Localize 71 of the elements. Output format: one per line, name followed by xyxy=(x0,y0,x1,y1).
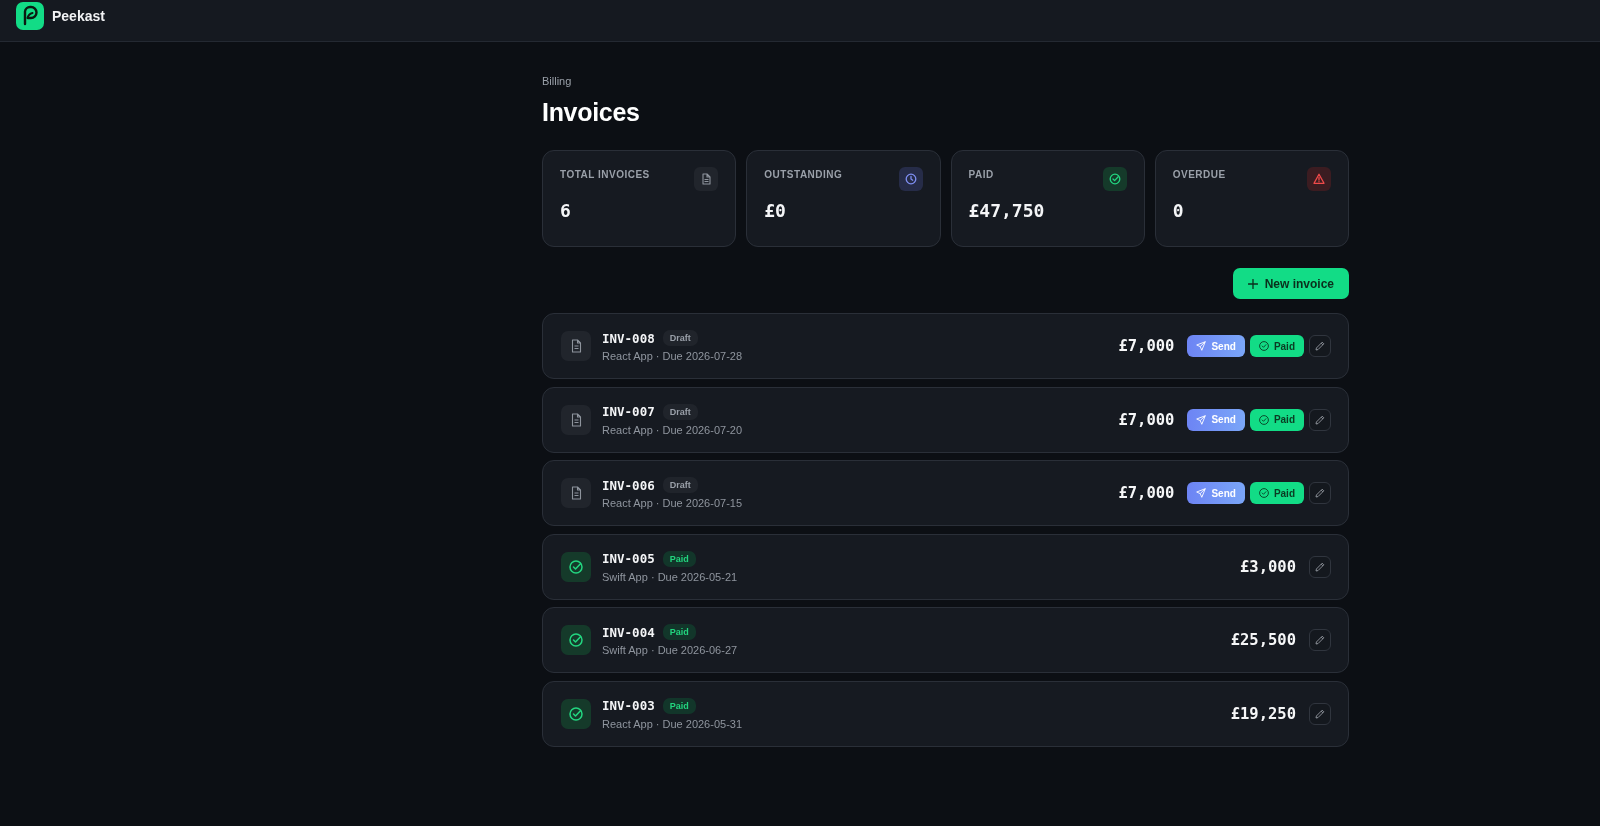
invoice-amount: £7,000 xyxy=(1118,410,1175,429)
invoice-amount: £7,000 xyxy=(1118,484,1175,502)
invoice-details: React App · Due 2026-07-28 xyxy=(602,350,744,362)
pencil-icon xyxy=(1315,341,1325,351)
invoice-number: INV-006 xyxy=(602,477,655,493)
stat-value: £0 xyxy=(764,200,787,221)
stat-value: £47,750 xyxy=(968,200,1046,221)
invoice-amount: £25,500 xyxy=(1230,631,1296,649)
invoice-number: INV-004 xyxy=(602,624,655,640)
invoice-details: Swift App · Due 2026-05-21 xyxy=(602,570,739,583)
invoice-details: React App · Due 2026-05-31 xyxy=(602,717,744,730)
edit-button[interactable] xyxy=(1309,555,1331,578)
mark-paid-button[interactable]: Paid xyxy=(1249,408,1304,431)
status-badge: Draft xyxy=(662,403,698,420)
paper-plane-icon xyxy=(1196,414,1207,425)
status-badge: Paid xyxy=(662,697,696,714)
document-icon xyxy=(694,167,719,191)
stat-label: OUTSTANDING xyxy=(764,169,843,180)
logo-icon xyxy=(16,1,44,30)
check-circle-icon xyxy=(1258,414,1269,425)
check-circle-icon xyxy=(1258,488,1269,498)
stat-label: OVERDUE xyxy=(1172,169,1226,180)
invoice-row[interactable]: INV-004 Paid Swift App · Due 2026-06-27 £25,500 xyxy=(542,607,1349,673)
invoice-amount: £3,000 xyxy=(1240,557,1296,576)
stat-label: PAID xyxy=(968,169,994,180)
invoice-number: INV-007 xyxy=(602,404,655,419)
app-name: Peekast xyxy=(52,7,105,24)
edit-button[interactable] xyxy=(1309,629,1331,651)
mark-paid-button[interactable]: Paid xyxy=(1249,482,1304,504)
invoice-row[interactable]: INV-008 Draft React App · Due 2026-07-28 £7,000 Send Paid xyxy=(542,313,1349,379)
warning-icon xyxy=(1307,167,1331,191)
invoice-amount: £7,000 xyxy=(1118,337,1175,355)
status-badge: Draft xyxy=(662,330,698,346)
stat-value: 6 xyxy=(560,200,572,221)
invoice-row[interactable]: INV-006 Draft React App · Due 2026-07-15 £7,000 Send Paid xyxy=(542,460,1349,526)
pencil-icon xyxy=(1315,635,1325,645)
pencil-icon xyxy=(1315,561,1325,572)
document-icon xyxy=(561,331,591,361)
check-circle-icon xyxy=(1258,341,1269,351)
edit-button[interactable] xyxy=(1309,482,1331,504)
paper-plane-icon xyxy=(1196,488,1207,498)
invoice-details: React App · Due 2026-07-20 xyxy=(602,423,744,436)
new-invoice-button[interactable]: New invoice xyxy=(1232,268,1349,299)
invoice-number: INV-008 xyxy=(602,330,655,346)
invoice-details: React App · Due 2026-07-15 xyxy=(602,497,744,509)
document-icon xyxy=(561,478,591,508)
clock-icon xyxy=(898,167,923,191)
breadcrumb: Billing xyxy=(542,74,573,88)
invoice-amount: £19,250 xyxy=(1230,704,1296,723)
document-icon xyxy=(561,404,591,435)
edit-button[interactable] xyxy=(1309,335,1331,357)
status-badge: Paid xyxy=(662,550,696,567)
pencil-icon xyxy=(1315,708,1325,719)
status-badge: Paid xyxy=(662,624,696,640)
pencil-icon xyxy=(1315,488,1325,498)
edit-button[interactable] xyxy=(1309,408,1331,431)
invoice-number: INV-005 xyxy=(602,551,655,566)
invoice-row[interactable]: INV-003 Paid React App · Due 2026-05-31 £19,250 xyxy=(542,680,1349,747)
page-title: Invoices xyxy=(542,97,641,127)
paper-plane-icon xyxy=(1196,341,1207,351)
pencil-icon xyxy=(1315,414,1325,425)
invoice-row[interactable]: INV-005 Paid Swift App · Due 2026-05-21 £3,000 xyxy=(542,533,1349,600)
invoice-number: INV-003 xyxy=(602,698,655,713)
stat-label: TOTAL INVOICES xyxy=(560,169,650,180)
plus-icon xyxy=(1247,278,1258,289)
mark-paid-button[interactable]: Paid xyxy=(1249,335,1304,357)
status-badge: Draft xyxy=(662,477,698,493)
stat-value: 0 xyxy=(1172,200,1185,221)
invoice-details: Swift App · Due 2026-06-27 xyxy=(602,644,739,656)
invoice-row[interactable]: INV-007 Draft React App · Due 2026-07-20 £7,000 Send Paid xyxy=(542,386,1349,453)
edit-button[interactable] xyxy=(1309,702,1331,725)
